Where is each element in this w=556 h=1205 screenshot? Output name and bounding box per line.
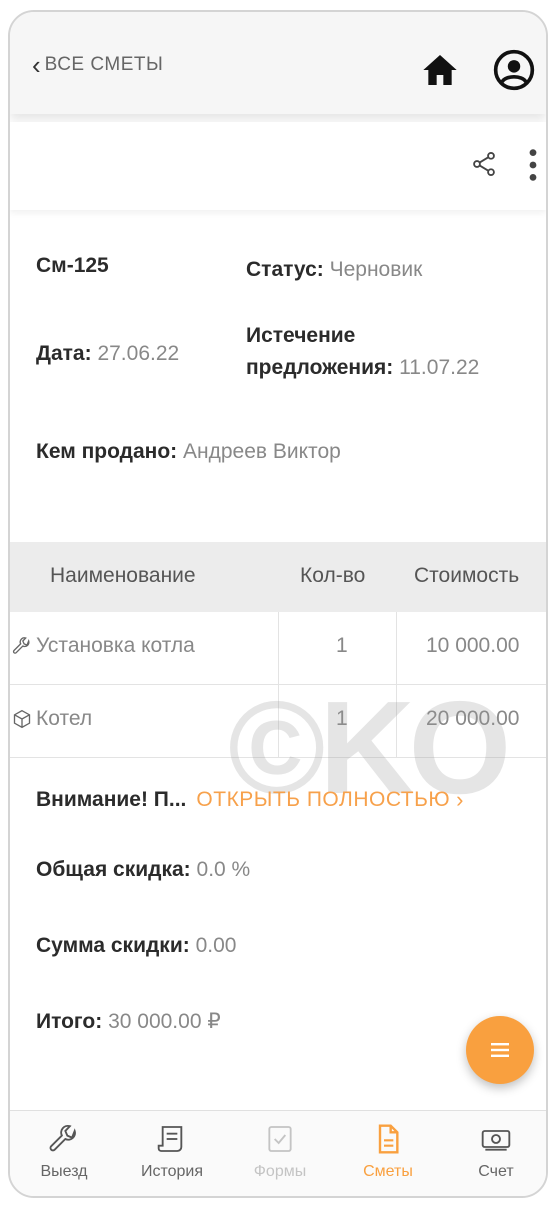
date-label: Дата: [36, 342, 92, 365]
estimate-info: См-125 Статус: Черновик Дата: 27.06.22 И… [10, 210, 546, 540]
home-icon[interactable] [420, 50, 460, 90]
row-name: Установка котла [36, 634, 195, 657]
row-name: Котел [36, 707, 93, 730]
wrench-icon [49, 1124, 76, 1152]
estimate-number: См-125 [36, 250, 109, 282]
sold-by-value: Андреев Виктор [183, 440, 341, 463]
status-label: Статус: [246, 258, 324, 281]
discount-sum-label: Сумма скидки: [36, 934, 190, 957]
column-divider [396, 685, 397, 757]
row-cost: 20 000.00 [426, 707, 520, 730]
open-full-link[interactable]: ОТКРЫТЬ ПОЛНОСТЬЮ [196, 788, 450, 812]
menu-icon [491, 1043, 509, 1057]
column-divider [278, 612, 279, 684]
nav-label: Формы [253, 1163, 307, 1180]
action-bar [10, 122, 546, 210]
discount-field: Общая скидка: 0.0 % [36, 854, 250, 886]
table-header: Наименование Кол-во Стоимость [10, 542, 546, 612]
menu-fab-button[interactable] [466, 1016, 534, 1084]
date-value: 27.06.22 [97, 342, 180, 365]
nav-item-estimates[interactable]: Сметы [334, 1111, 442, 1196]
header-cost: Стоимость [414, 564, 520, 587]
more-vertical-icon[interactable] [528, 148, 538, 182]
top-app-bar: ‹ ВСЕ СМЕТЫ [10, 12, 546, 114]
row-qty: 1 [336, 634, 348, 657]
discount-sum-field: Сумма скидки: 0.00 [36, 930, 236, 962]
expiry-value: 11.07.22 [399, 356, 480, 379]
money-icon [481, 1130, 511, 1151]
items-table: Наименование Кол-во Стоимость Установка … [10, 542, 546, 758]
row-cost: 10 000.00 [426, 634, 520, 657]
back-label: ВСЕ СМЕТЫ [44, 54, 164, 75]
discount-label: Общая скидка: [36, 858, 191, 881]
table-row[interactable]: Установка котла 1 10 000.00 [10, 612, 546, 685]
row-qty: 1 [336, 707, 348, 730]
bottom-navigation: Выезд История Формы Сметы Счет [10, 1110, 546, 1196]
column-divider [278, 685, 279, 757]
nav-label: Выезд [40, 1163, 88, 1180]
forms-icon [268, 1126, 292, 1152]
chevron-right-icon[interactable]: › [456, 787, 463, 813]
date-field: Дата: 27.06.22 [36, 338, 179, 370]
chevron-left-icon: ‹ [32, 50, 41, 80]
header-qty: Кол-во [300, 564, 366, 587]
nav-label: Сметы [363, 1163, 413, 1180]
back-button[interactable]: ‹ ВСЕ СМЕТЫ [32, 52, 163, 78]
column-divider [396, 612, 397, 684]
total-label: Итого: [36, 1010, 103, 1033]
sold-by-field: Кем продано: Андреев Виктор [36, 436, 341, 468]
estimate-number-text: См-125 [36, 254, 109, 277]
discount-sum-value: 0.00 [195, 934, 237, 957]
nav-label: История [140, 1163, 204, 1180]
sold-by-label: Кем продано: [36, 440, 178, 463]
history-icon [157, 1126, 183, 1152]
table-row[interactable]: Котел 1 20 000.00 [10, 685, 546, 758]
box-icon [13, 709, 31, 729]
notice-label: Внимание! П... [36, 788, 187, 811]
account-icon[interactable] [492, 48, 536, 92]
phone-frame: ‹ ВСЕ СМЕТЫ См-125 Статус: Черновик Дата… [8, 10, 548, 1198]
nav-item-invoice[interactable]: Счет [442, 1111, 546, 1196]
document-icon [378, 1124, 399, 1154]
nav-item-trip[interactable]: Выезд [10, 1111, 118, 1196]
nav-label: Счет [478, 1163, 514, 1180]
total-value: 30 000.00 ₽ [108, 1010, 221, 1033]
status-value: Черновик [329, 258, 423, 281]
expiry-label-line1: Истечение [246, 324, 356, 347]
share-icon[interactable] [470, 150, 498, 178]
wrench-icon [12, 637, 30, 654]
nav-item-forms[interactable]: Формы [226, 1111, 334, 1196]
expiry-label-line2: предложения: [246, 356, 394, 379]
notice-field: Внимание! П... ОТКРЫТЬ ПОЛНОСТЬЮ › [36, 787, 463, 813]
expiry-field: Истечение предложения: 11.07.22 [246, 320, 479, 384]
total-field: Итого: 30 000.00 ₽ [36, 1006, 221, 1038]
header-name: Наименование [50, 564, 196, 587]
status-field: Статус: Черновик [246, 254, 422, 286]
discount-value: 0.0 % [196, 858, 251, 881]
nav-item-history[interactable]: История [118, 1111, 226, 1196]
